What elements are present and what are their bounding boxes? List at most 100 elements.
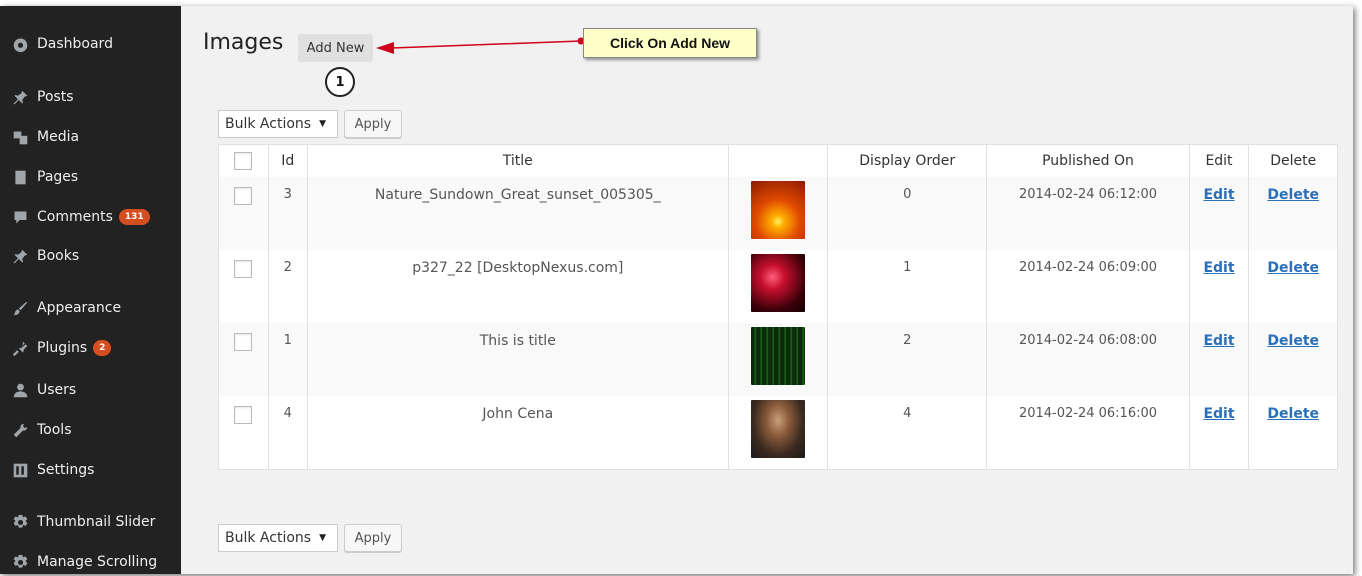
sidebar-item-comments[interactable]: Comments 131 [0,203,181,231]
bulk-actions-select-bottom[interactable]: Bulk Actions ▼ [218,524,338,552]
gear-icon [10,552,30,572]
bulk-actions-label: Bulk Actions [225,116,312,132]
sidebar-item-label: Media [37,129,80,145]
sidebar-item-posts[interactable]: Posts [0,83,181,111]
thumbnail-cell [728,323,829,396]
table-header-row: Id Title Display Order Published On Edit… [218,144,1338,177]
delete-cell: Delete [1248,177,1338,250]
published-on-cell: 2014-02-24 06:16:00 [986,396,1190,469]
display-order-cell: 0 [827,177,988,250]
delete-link[interactable]: Delete [1267,260,1319,276]
sidebar-item-label: Dashboard [37,36,113,52]
sidebar-item-label: Settings [37,462,95,478]
row-select-cell [218,177,269,250]
pin-icon [10,246,30,266]
sidebar-item-thumbnail-slider[interactable]: Thumbnail Slider [0,508,181,536]
sidebar-item-pages[interactable]: Pages [0,163,181,191]
title-cell: p327_22 [DesktopNexus.com] [307,250,729,323]
delete-link[interactable]: Delete [1267,187,1319,203]
gear-icon [10,512,30,532]
select-all-header [218,144,269,177]
delete-link[interactable]: Delete [1267,333,1319,349]
pages-icon [10,167,30,187]
dashboard-icon [10,34,30,54]
column-header-published-on: Published On [986,144,1190,177]
display-order-cell: 2 [827,323,988,396]
pin-icon [10,87,30,107]
brush-icon [10,298,30,318]
wrestler-thumbnail [750,400,805,458]
row-checkbox[interactable] [234,187,253,205]
admin-sidebar: Dashboard Posts Media Pages Comments 131… [0,6,181,574]
matrix-thumbnail [750,327,805,385]
thumbnail-cell [728,250,829,323]
main-content: Images Add New Bulk Actions ▼ Apply Id T… [181,6,1353,574]
edit-link[interactable]: Edit [1203,260,1234,276]
column-header-title: Title [307,144,729,177]
dropdown-arrow-icon: ▼ [319,533,326,543]
id-cell: 4 [268,396,308,469]
sidebar-item-label: Pages [37,169,79,185]
select-all-checkbox[interactable] [234,152,253,170]
column-header-image [728,144,829,177]
bulk-actions-select-top[interactable]: Bulk Actions ▼ [218,110,338,138]
title-cell: Nature_Sundown_Great_sunset_005305_ [307,177,729,250]
sunset-thumbnail [750,181,805,239]
row-select-cell [218,396,269,469]
apply-button-bottom[interactable]: Apply [344,524,402,552]
row-select-cell [218,250,269,323]
sidebar-item-label: Appearance [37,300,122,316]
delete-link[interactable]: Delete [1267,406,1319,422]
sidebar-item-books[interactable]: Books [0,242,181,270]
id-cell: 3 [268,177,308,250]
table-row: 3 Nature_Sundown_Great_sunset_005305_ 0 … [218,177,1338,250]
settings-icon [10,460,30,480]
heart-thumbnail [750,254,805,312]
edit-link[interactable]: Edit [1203,187,1234,203]
thumbnail-cell [728,177,829,250]
sidebar-item-label: Tools [37,422,72,438]
sidebar-item-appearance[interactable]: Appearance [0,294,181,322]
sidebar-item-plugins[interactable]: Plugins 2 [0,334,181,362]
bulk-actions-label: Bulk Actions [225,530,312,546]
edit-link[interactable]: Edit [1203,333,1234,349]
edit-cell: Edit [1189,396,1250,469]
step-number-marker: 1 [325,67,355,97]
row-select-cell [218,323,269,396]
sidebar-item-label: Users [37,382,77,398]
comments-count-badge: 131 [118,209,150,225]
sidebar-item-tools[interactable]: Tools [0,416,181,444]
column-header-display-order: Display Order [827,144,988,177]
add-new-button[interactable]: Add New [298,34,373,62]
edit-cell: Edit [1189,250,1250,323]
row-checkbox[interactable] [234,333,253,351]
plugin-icon [10,338,30,358]
published-on-cell: 2014-02-24 06:08:00 [986,323,1190,396]
sidebar-item-dashboard[interactable]: Dashboard [0,30,181,58]
plugins-update-badge: 2 [93,340,112,356]
table-row: 1 This is title 2 2014-02-24 06:08:00 Ed… [218,323,1338,396]
sidebar-item-users[interactable]: Users [0,376,181,404]
edit-cell: Edit [1189,323,1250,396]
title-cell: This is title [307,323,729,396]
row-checkbox[interactable] [234,406,253,424]
dropdown-arrow-icon: ▼ [319,119,326,129]
edit-cell: Edit [1189,177,1250,250]
id-cell: 1 [268,323,308,396]
display-order-cell: 4 [827,396,988,469]
thumbnail-cell [728,396,829,469]
title-cell: John Cena [307,396,729,469]
apply-button-top[interactable]: Apply [344,110,402,138]
table-row: 4 John Cena 4 2014-02-24 06:16:00 Edit D… [218,396,1338,469]
row-checkbox[interactable] [234,260,253,278]
sidebar-item-settings[interactable]: Settings [0,456,181,484]
published-on-cell: 2014-02-24 06:09:00 [986,250,1190,323]
sidebar-item-manage-scrolling[interactable]: Manage Scrolling [0,548,181,576]
column-header-edit: Edit [1189,144,1250,177]
edit-link[interactable]: Edit [1203,406,1234,422]
page-title: Images [203,30,284,55]
column-header-id: Id [268,144,308,177]
users-icon [10,380,30,400]
sidebar-item-media[interactable]: Media [0,123,181,151]
delete-cell: Delete [1248,323,1338,396]
